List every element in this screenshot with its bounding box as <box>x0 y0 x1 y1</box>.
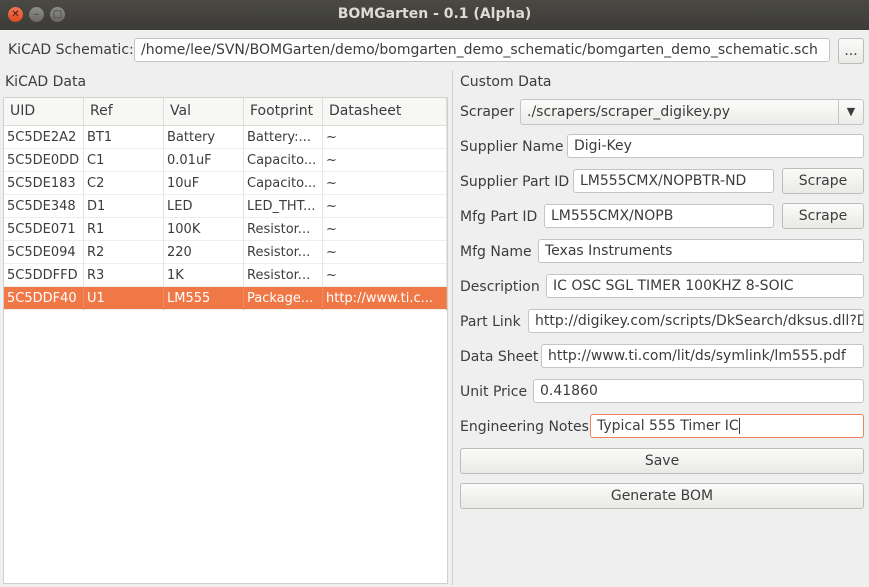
column-header-val[interactable]: Val <box>164 98 244 125</box>
table-cell: 5C5DE071 <box>4 218 84 241</box>
table-cell: 5C5DDFFD <box>4 264 84 287</box>
save-button[interactable]: Save <box>460 448 864 474</box>
data-sheet-label: Data Sheet <box>460 349 539 365</box>
unit-price-label: Unit Price <box>460 384 528 400</box>
table-cell: Resistor... <box>244 264 323 287</box>
table-cell: ~ <box>323 172 447 195</box>
table-cell: LED_THT... <box>244 195 323 218</box>
description-label: Description <box>460 279 540 295</box>
table-cell: C1 <box>84 149 164 172</box>
table-cell: LED <box>164 195 244 218</box>
table-cell: 10uF <box>164 172 244 195</box>
table-cell: Resistor... <box>244 218 323 241</box>
schematic-path-field[interactable]: /home/lee/SVN/BOMGarten/demo/bomgarten_d… <box>134 38 830 62</box>
table-cell: R1 <box>84 218 164 241</box>
supplier-name-field[interactable]: Digi-Key <box>567 134 864 158</box>
supplier-part-id-field[interactable]: LM555CMX/NOPBTR-ND <box>573 169 774 193</box>
mfg-part-id-field[interactable]: LM555CMX/NOPB <box>544 204 774 228</box>
part-link-label: Part Link <box>460 314 521 330</box>
supplier-name-label: Supplier Name <box>460 139 564 155</box>
description-field[interactable]: IC OSC SGL TIMER 100KHZ 8-SOIC <box>546 274 864 298</box>
table-cell: 1K <box>164 264 244 287</box>
table-cell: R3 <box>84 264 164 287</box>
table-cell: ~ <box>323 218 447 241</box>
kicad-table[interactable]: UID Ref Val Footprint Datasheet 5C5DE2A2 BT1 B… <box>3 97 448 584</box>
table-cell: http://www.ti.c... <box>323 287 447 310</box>
table-cell: 5C5DE2A2 <box>4 126 84 149</box>
splitter[interactable] <box>452 70 453 585</box>
chevron-down-icon[interactable]: ▼ <box>838 100 863 124</box>
table-cell: Capacito... <box>244 149 323 172</box>
column-header-footprint[interactable]: Footprint <box>244 98 323 125</box>
table-cell: Resistor... <box>244 241 323 264</box>
text-cursor <box>738 418 740 434</box>
table-cell: Battery:... <box>244 126 323 149</box>
table-cell: ~ <box>323 195 447 218</box>
table-row[interactable]: 5C5DDFFD R3 1K Resistor... ~ <box>4 264 447 287</box>
table-row[interactable]: 5C5DE0DD C1 0.01uF Capacito... ~ <box>4 149 447 172</box>
window-title: BOMGarten - 0.1 (Alpha) <box>337 6 532 22</box>
table-cell: 5C5DDF40 <box>4 287 84 310</box>
scrape-mfg-button[interactable]: Scrape <box>782 203 864 229</box>
table-cell: 0.01uF <box>164 149 244 172</box>
table-cell: R2 <box>84 241 164 264</box>
table-cell: D1 <box>84 195 164 218</box>
table-cell: BT1 <box>84 126 164 149</box>
table-cell: 5C5DE183 <box>4 172 84 195</box>
table-cell: U1 <box>84 287 164 310</box>
table-row[interactable]: 5C5DE2A2 BT1 Battery Battery:... ~ <box>4 126 447 149</box>
table-cell: ~ <box>323 149 447 172</box>
schematic-label: KiCAD Schematic: <box>8 42 134 58</box>
supplier-part-id-label: Supplier Part ID <box>460 174 570 190</box>
table-row[interactable]: 5C5DE094 R2 220 Resistor... ~ <box>4 241 447 264</box>
table-cell: 220 <box>164 241 244 264</box>
table-row[interactable]: 5C5DE348 D1 LED LED_THT... ~ <box>4 195 447 218</box>
table-cell: 5C5DE0DD <box>4 149 84 172</box>
unit-price-field[interactable]: 0.41860 <box>533 379 864 403</box>
table-cell: 5C5DE094 <box>4 241 84 264</box>
table-cell: ~ <box>323 264 447 287</box>
browse-button[interactable]: ... <box>838 38 864 64</box>
table-row[interactable]: 5C5DE183 C2 10uF Capacito... ~ <box>4 172 447 195</box>
table-row[interactable]: 5C5DE071 R1 100K Resistor... ~ <box>4 218 447 241</box>
table-cell: 5C5DE348 <box>4 195 84 218</box>
kicad-data-title: KiCAD Data <box>5 74 87 90</box>
table-cell: Battery <box>164 126 244 149</box>
table-cell: LM555 <box>164 287 244 310</box>
engineering-notes-value: Typical 555 Timer IC <box>597 418 739 434</box>
table-cell: Capacito... <box>244 172 323 195</box>
table-cell: 100K <box>164 218 244 241</box>
mfg-name-field[interactable]: Texas Instruments <box>538 239 864 263</box>
scraper-value: ./scrapers/scraper_digikey.py <box>527 104 731 120</box>
table-cell: ~ <box>323 241 447 264</box>
data-sheet-field[interactable]: http://www.ti.com/lit/ds/symlink/lm555.p… <box>541 344 864 368</box>
app-window: ✕ – □ BOMGarten - 0.1 (Alpha) KiCAD Sche… <box>0 0 869 587</box>
engineering-notes-label: Engineering Notes <box>460 419 589 435</box>
column-header-datasheet[interactable]: Datasheet <box>323 98 447 125</box>
part-link-field[interactable]: http://digikey.com/scripts/DkSearch/dksu… <box>528 309 864 333</box>
column-header-ref[interactable]: Ref <box>84 98 164 125</box>
table-cell: C2 <box>84 172 164 195</box>
scrape-supplier-button[interactable]: Scrape <box>782 168 864 194</box>
mfg-part-id-label: Mfg Part ID <box>460 209 538 225</box>
mfg-name-label: Mfg Name <box>460 244 532 260</box>
scraper-label: Scraper <box>460 104 515 120</box>
scraper-select[interactable]: ./scrapers/scraper_digikey.py ▼ <box>520 99 864 125</box>
table-cell: ~ <box>323 126 447 149</box>
title-bar: ✕ – □ BOMGarten - 0.1 (Alpha) <box>0 0 869 30</box>
table-header: UID Ref Val Footprint Datasheet <box>4 98 447 126</box>
table-row[interactable]: 5C5DDF40 U1 LM555 Package... http://www.ti.c… <box>4 287 447 310</box>
table-cell: Package... <box>244 287 323 310</box>
custom-data-title: Custom Data <box>460 74 552 90</box>
engineering-notes-field[interactable]: Typical 555 Timer IC <box>590 414 864 438</box>
generate-bom-button[interactable]: Generate BOM <box>460 483 864 509</box>
column-header-uid[interactable]: UID <box>4 98 84 125</box>
